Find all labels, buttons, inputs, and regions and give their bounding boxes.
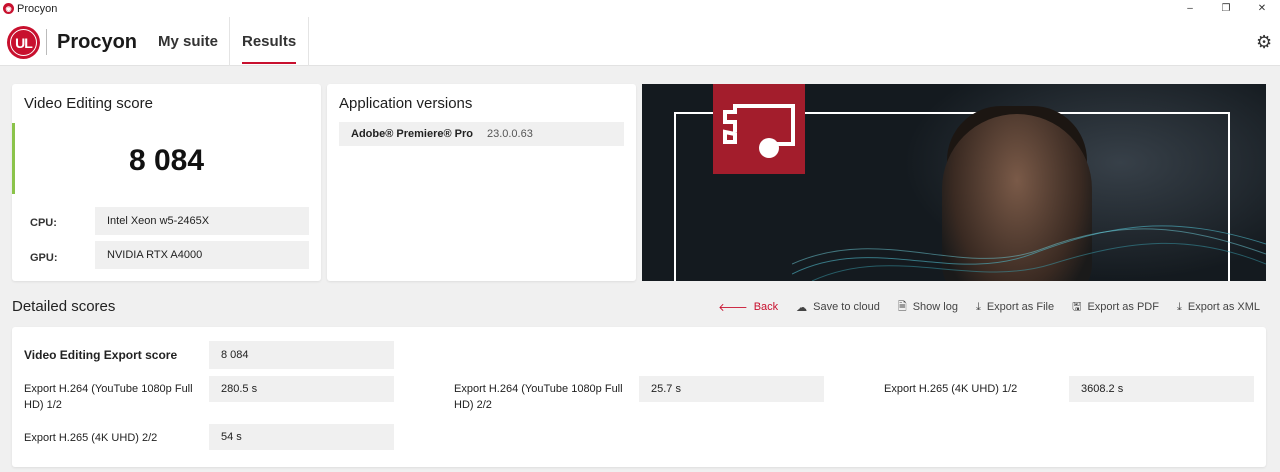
result-actions: 🡐 Back ☁ Save to cloud 🗎 Show log ⤓ Expo…	[700, 298, 1260, 316]
tab-my-suite[interactable]: My suite	[146, 17, 230, 66]
tab-results[interactable]: Results	[229, 17, 310, 66]
show-log-label: Show log	[912, 301, 958, 313]
window-title: Procyon	[17, 2, 58, 15]
app-version: 23.0.0.63	[486, 128, 533, 140]
subscore-value: 280.5 s	[209, 376, 394, 402]
arrow-left-icon: 🡐	[718, 302, 748, 314]
gpu-label: GPU:	[30, 252, 58, 264]
app-versions-title: Application versions	[339, 95, 473, 112]
subscore-value: 25.7 s	[639, 376, 824, 402]
close-button[interactable]: ✕	[1244, 0, 1280, 17]
brand-name: Procyon	[57, 31, 138, 53]
back-button[interactable]: 🡐 Back	[718, 300, 778, 314]
subscore-label: Export H.265 (4K UHD) 1/2	[884, 383, 1018, 395]
app-name: Adobe® Premiere® Pro	[351, 128, 473, 140]
export-pdf-button[interactable]: 🖫 Export as PDF	[1072, 298, 1159, 317]
export-xml-button[interactable]: ⤓ Export as XML	[1177, 301, 1260, 314]
app-header: UL Procyon My suite Results ⚙	[0, 17, 1280, 66]
save-icon: 🖫	[1072, 300, 1082, 313]
application-versions-card: Application versions Adobe® Premiere® Pr…	[327, 84, 636, 281]
export-score-label: Video Editing Export score	[24, 348, 178, 362]
video-editing-score-card: Video Editing score 8 084 CPU: Intel Xeo…	[12, 84, 321, 281]
maximize-button[interactable]: ❐	[1208, 0, 1244, 17]
export-xml-label: Export as XML	[1187, 301, 1260, 313]
subscore-value: 54 s	[209, 424, 394, 450]
export-file-button[interactable]: ⤓ Export as File	[976, 301, 1054, 314]
export-score-value: 8 084	[209, 341, 394, 369]
subscore-value: 3608.2 s	[1069, 376, 1254, 402]
subscore-label: Export H.264 (YouTube 1080p Full HD) 1/2	[24, 383, 193, 411]
save-to-cloud-button[interactable]: ☁ Save to cloud	[796, 301, 880, 314]
subscore-label: Export H.265 (4K UHD) 2/2	[24, 432, 158, 444]
subscore-label: Export H.264 (YouTube 1080p Full HD) 2/2	[454, 383, 623, 411]
ul-logo: UL	[7, 26, 40, 59]
download-icon: ⤓	[1176, 300, 1182, 313]
app-version-row: Adobe® Premiere® Pro 23.0.0.63	[339, 122, 624, 146]
gear-icon[interactable]: ⚙	[1256, 33, 1274, 51]
cloud-upload-icon: ☁	[796, 301, 808, 314]
export-file-label: Export as File	[986, 301, 1055, 313]
video-editing-icon	[713, 84, 805, 174]
detailed-scores-title: Detailed scores	[12, 298, 116, 315]
cpu-label: CPU:	[30, 217, 57, 229]
score-card-title: Video Editing score	[24, 95, 153, 112]
overall-score: 8 084	[128, 144, 205, 177]
back-label: Back	[753, 301, 779, 313]
detailed-scores-card: Video Editing Export score 8 084 Export …	[12, 327, 1266, 467]
show-log-button[interactable]: 🗎 Show log	[898, 298, 958, 317]
window-controls: – ❐ ✕	[1172, 0, 1280, 17]
minimize-button[interactable]: –	[1172, 0, 1208, 17]
save-to-cloud-label: Save to cloud	[813, 301, 880, 313]
export-pdf-label: Export as PDF	[1087, 301, 1159, 313]
logo-divider	[46, 29, 47, 55]
benchmark-banner-image	[642, 84, 1266, 281]
cpu-value: Intel Xeon w5-2465X	[95, 207, 309, 235]
download-icon: ⤓	[975, 300, 981, 313]
ul-logo-text: UL	[10, 29, 37, 56]
window-titlebar: ◉ Procyon – ❐ ✕	[0, 0, 1280, 17]
gpu-value: NVIDIA RTX A4000	[95, 241, 309, 269]
procyon-app-icon: ◉	[3, 3, 14, 14]
document-icon: 🗎	[897, 300, 907, 313]
